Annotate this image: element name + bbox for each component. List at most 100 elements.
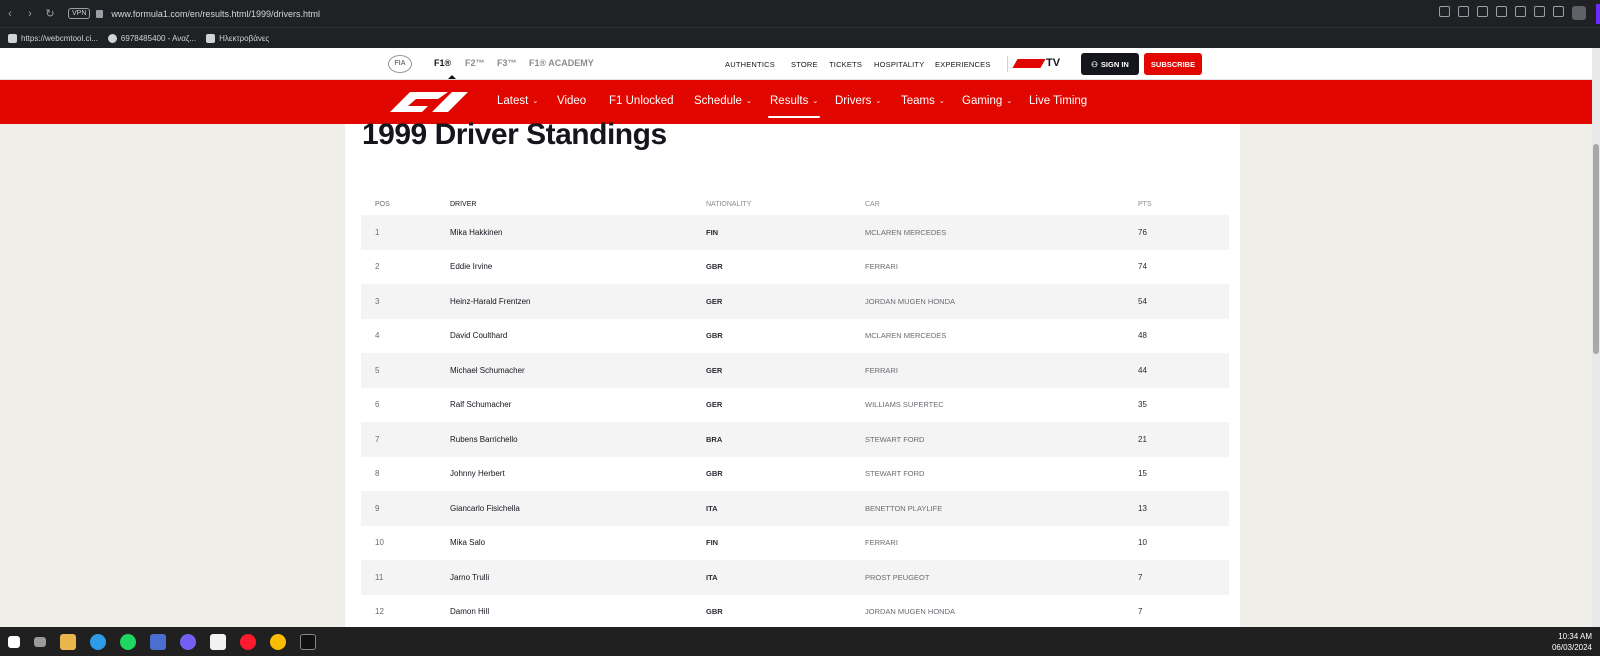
chrome-icon[interactable] [270, 633, 286, 650]
reload-icon[interactable]: ↻ [40, 7, 60, 20]
calendar-icon[interactable] [210, 633, 226, 650]
f1-tv-link[interactable]: TV [1012, 57, 1060, 69]
page-scrollbar[interactable] [1592, 48, 1600, 627]
header-nationality[interactable]: NATIONALITY [706, 201, 865, 208]
address-bar[interactable]: www.formula1.com/en/results.html/1999/dr… [111, 9, 320, 19]
nav-drivers[interactable]: Drivers ⌄ [835, 95, 881, 107]
table-row[interactable]: 3 Heinz-Harald Frentzen GER JORDAN MUGEN HO… [361, 284, 1229, 319]
profile-icon[interactable] [1572, 6, 1586, 20]
web-page: FIA F1® F2™ F3™ F1® ACADEMY AUTHENTICS S… [0, 48, 1592, 627]
nav-video[interactable]: Video [557, 95, 586, 107]
chevron-down-icon: ⌄ [1006, 98, 1013, 105]
link-tickets[interactable]: TICKETS [829, 60, 862, 69]
header-pos[interactable]: POS [361, 201, 450, 208]
bookmark-item[interactable]: Ηλεκτροβάνες [206, 33, 269, 43]
table-row[interactable]: 11 Jarno Trulli ITA PROST PEUGEOT 7 [361, 560, 1229, 595]
header-pts[interactable]: PTS [1138, 201, 1229, 208]
back-icon[interactable]: ‹ [0, 8, 20, 20]
opera-icon[interactable] [240, 633, 256, 650]
menu-icon[interactable] [1553, 6, 1564, 17]
table-row[interactable]: 6 Ralf Schumacher GER WILLIAMS SUPERTEC 35 [361, 388, 1229, 423]
link-store[interactable]: STORE [791, 60, 818, 69]
edge-icon[interactable] [90, 633, 106, 650]
cell-driver[interactable]: Giancarlo Fisichella [450, 504, 706, 513]
shield-icon[interactable] [1477, 6, 1488, 17]
cell-driver[interactable]: Ralf Schumacher [450, 400, 706, 409]
nav-results[interactable]: Results ⌄ [770, 95, 818, 107]
table-row[interactable]: 4 David Coulthard GBR MCLAREN MERCEDES 48 [361, 319, 1229, 354]
scrollbar-thumb[interactable] [1593, 144, 1599, 354]
link-experiences[interactable]: EXPERIENCES [935, 60, 991, 69]
active-indicator [448, 75, 456, 79]
cell-driver[interactable]: Michael Schumacher [450, 366, 706, 375]
task-view-icon[interactable] [34, 636, 46, 647]
f1-logo-icon [1012, 58, 1046, 68]
table-row[interactable]: 7 Rubens Barrichello BRA STEWART FORD 21 [361, 422, 1229, 457]
fia-logo[interactable]: FIA [388, 55, 412, 73]
cell-pts: 74 [1138, 262, 1147, 272]
file-explorer-icon[interactable] [60, 633, 76, 650]
windows-start-icon[interactable] [8, 635, 20, 648]
subscribe-button[interactable]: SUBSCRIBE [1144, 53, 1202, 75]
vpn-badge[interactable]: VPN [68, 8, 91, 19]
cell-nationality: BRA [706, 434, 723, 444]
cell-pos: 7 [375, 434, 380, 444]
cell-driver[interactable]: Rubens Barrichello [450, 435, 706, 444]
system-clock[interactable]: 10:34 AM 06/03/2024 [1552, 631, 1592, 653]
table-row[interactable]: 1 Mika Hakkinen FIN MCLAREN MERCEDES 76 [361, 215, 1229, 250]
nav-gaming[interactable]: Gaming ⌄ [962, 95, 1012, 107]
play-icon[interactable] [1496, 6, 1507, 17]
viber-icon[interactable] [180, 633, 196, 650]
bookmark-item[interactable]: 6978485400 - Αναζ... [107, 33, 196, 43]
forward-icon[interactable]: › [20, 8, 40, 20]
share-icon[interactable] [1439, 6, 1450, 17]
browser-tools [1439, 6, 1586, 20]
series-f1-academy[interactable]: F1® ACADEMY [529, 58, 594, 68]
cell-driver[interactable]: Mika Hakkinen [450, 228, 706, 237]
cell-pos: 5 [375, 365, 380, 375]
download-icon[interactable] [1534, 6, 1545, 17]
table-row[interactable]: 5 Michael Schumacher GER FERRARI 44 [361, 353, 1229, 388]
table-row[interactable]: 8 Johnny Herbert GBR STEWART FORD 15 [361, 457, 1229, 492]
chevron-down-icon: ⌄ [875, 98, 882, 105]
f1-logo[interactable] [388, 90, 468, 112]
audio-app-icon[interactable] [300, 633, 316, 650]
sign-in-button[interactable]: ⚇ SIGN IN [1081, 53, 1139, 75]
series-f3[interactable]: F3™ [497, 58, 517, 68]
nav-f1-unlocked[interactable]: F1 Unlocked [609, 95, 674, 107]
cell-driver[interactable]: Johnny Herbert [450, 469, 706, 478]
cell-driver[interactable]: Mika Salo [450, 538, 706, 547]
cell-car: JORDAN MUGEN HONDA [865, 607, 956, 617]
nav-teams[interactable]: Teams ⌄ [901, 95, 945, 107]
cell-driver[interactable]: Eddie Irvine [450, 262, 706, 271]
cell-nationality: GER [706, 365, 723, 375]
cell-driver[interactable]: Damon Hill [450, 607, 706, 616]
nav-label: Drivers [835, 95, 872, 107]
cell-driver[interactable]: David Coulthard [450, 331, 706, 340]
header-car[interactable]: CAR [865, 201, 1138, 208]
nav-schedule[interactable]: Schedule ⌄ [694, 95, 752, 107]
cell-driver[interactable]: Heinz-Harald Frentzen [450, 297, 706, 306]
series-f2[interactable]: F2™ [465, 58, 485, 68]
table-row[interactable]: 10 Mika Salo FIN FERRARI 10 [361, 526, 1229, 561]
series-f1[interactable]: F1® [434, 58, 451, 68]
bookmark-item[interactable]: https://webcmtool.ci... [8, 33, 98, 43]
spotify-icon[interactable] [120, 633, 136, 650]
cell-pts: 54 [1138, 296, 1147, 306]
nav-live-timing[interactable]: Live Timing [1029, 95, 1087, 107]
app-icon[interactable] [150, 633, 166, 650]
nav-label: Video [557, 95, 587, 107]
cell-pos: 11 [375, 572, 384, 582]
link-authentics[interactable]: AUTHENTICS [725, 60, 775, 69]
sidebar-accent [1596, 4, 1600, 24]
table-row[interactable]: 12 Damon Hill GBR JORDAN MUGEN HONDA 7 [361, 595, 1229, 628]
camera-icon[interactable] [1458, 6, 1469, 17]
heart-icon[interactable] [1515, 6, 1526, 17]
table-row[interactable]: 9 Giancarlo Fisichella ITA BENETTON PLAYLIF… [361, 491, 1229, 526]
header-driver[interactable]: DRIVER [450, 201, 706, 208]
link-hospitality[interactable]: HOSPITALITY [874, 60, 924, 69]
cell-driver[interactable]: Jarno Trulli [450, 573, 706, 582]
nav-latest[interactable]: Latest ⌄ [497, 95, 538, 107]
cell-pts: 7 [1138, 607, 1143, 617]
table-row[interactable]: 2 Eddie Irvine GBR FERRARI 74 [361, 250, 1229, 285]
